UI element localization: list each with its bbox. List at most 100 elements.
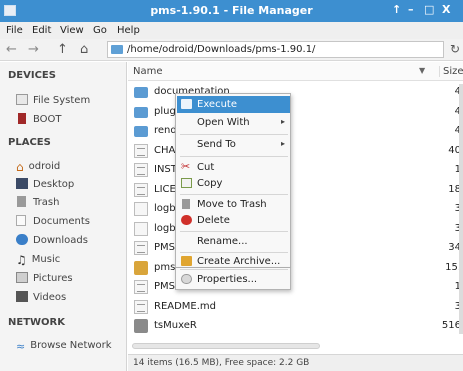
menu-item-label: Copy — [197, 178, 223, 189]
sidebar-item-videos[interactable]: Videos — [16, 291, 66, 303]
video-icon — [16, 291, 28, 302]
toolbar: ← → ↑ ⌂ /home/odroid/Downloads/pms-1.90.… — [0, 39, 463, 61]
vertical-scrollbar[interactable] — [459, 84, 463, 334]
column-size[interactable]: Size — [439, 66, 463, 77]
menu-edit[interactable]: Edit — [32, 25, 51, 36]
menu-item-label: Cut — [197, 162, 215, 173]
horizontal-scrollbar[interactable] — [128, 342, 463, 350]
location-bar[interactable]: /home/odroid/Downloads/pms-1.90.1/ — [107, 41, 444, 58]
removable-drive-icon — [18, 113, 26, 124]
separator — [180, 134, 288, 135]
folder-icon — [181, 99, 192, 109]
context-menu-tail: Properties... — [175, 268, 291, 290]
places-header: PLACES — [8, 137, 51, 148]
menu-item-properties[interactable]: Properties... — [177, 271, 290, 288]
menu-go[interactable]: Go — [93, 25, 107, 36]
sidebar-item-pictures[interactable]: Pictures — [16, 272, 73, 284]
network-header: NETWORK — [8, 317, 66, 328]
html-file-icon — [134, 202, 148, 216]
menu-item-send-to[interactable]: Send To ▸ — [177, 136, 290, 153]
scroll-thumb[interactable] — [132, 343, 320, 349]
executable-icon — [134, 319, 148, 333]
reload-icon[interactable]: ↻ — [450, 42, 460, 56]
sidebar-item-music[interactable]: ♫ Music — [16, 253, 60, 267]
home-icon[interactable]: ⌂ — [80, 42, 88, 57]
menu-view[interactable]: View — [60, 25, 84, 36]
menu-item-label: Delete — [197, 215, 230, 226]
maximize-button[interactable]: □ — [424, 3, 434, 16]
menu-file[interactable]: File — [6, 25, 23, 36]
folder-icon — [134, 126, 148, 137]
menu-item-delete[interactable]: Delete — [177, 212, 290, 229]
home-icon: ⌂ — [16, 160, 24, 174]
submenu-arrow-icon: ▸ — [280, 117, 285, 126]
location-path: /home/odroid/Downloads/pms-1.90.1/ — [127, 44, 316, 55]
menu-item-label: Send To — [197, 139, 236, 150]
list-header: Name ▼ Size — [128, 62, 463, 81]
sidebar-item-desktop[interactable]: Desktop — [16, 178, 74, 190]
text-file-icon — [134, 163, 148, 177]
text-file-icon — [134, 182, 148, 197]
download-icon — [16, 234, 28, 245]
column-name[interactable]: Name — [133, 66, 163, 77]
title-bar[interactable]: pms-1.90.1 - File Manager ↑ – □ X — [0, 0, 463, 22]
keep-above-icon[interactable]: ↑ — [392, 3, 401, 16]
file-row[interactable]: tsMuxeR 516 — [128, 317, 463, 335]
copy-icon — [181, 178, 192, 188]
menu-bar: File Edit View Go Help — [0, 22, 463, 39]
menu-item-label: Open With — [197, 117, 250, 128]
menu-item-label: Execute — [197, 99, 237, 110]
sidebar-item-browse-network[interactable]: ≈ Browse Network — [16, 340, 112, 353]
up-arrow-icon[interactable]: ↑ — [57, 42, 68, 57]
sidebar-item-downloads[interactable]: Downloads — [16, 234, 88, 246]
status-bar: 14 items (16.5 MB), Free space: 2.2 GB — [128, 354, 463, 371]
delete-icon — [181, 215, 192, 225]
menu-item-label: Rename... — [197, 236, 248, 247]
menu-item-rename[interactable]: Rename... — [177, 233, 290, 250]
jar-file-icon — [134, 260, 148, 275]
menu-item-copy[interactable]: Copy — [177, 175, 290, 192]
file-row[interactable]: README.md 3 — [128, 298, 463, 316]
separator — [180, 269, 288, 270]
separator — [180, 194, 288, 195]
music-note-icon: ♫ — [16, 253, 27, 267]
submenu-arrow-icon: ▸ — [280, 139, 285, 148]
forward-arrow-icon[interactable]: → — [28, 42, 39, 57]
drive-icon — [16, 94, 28, 105]
file-name: tsMuxeR — [154, 320, 197, 331]
separator — [180, 156, 288, 157]
menu-help[interactable]: Help — [117, 25, 140, 36]
picture-icon — [16, 272, 28, 283]
menu-item-cut[interactable]: ✂ Cut — [177, 159, 290, 176]
devices-header: DEVICES — [8, 70, 56, 81]
menu-item-open-with[interactable]: Open With ▸ — [177, 114, 290, 131]
folder-icon — [134, 87, 148, 98]
sidebar-item-trash[interactable]: Trash — [16, 196, 59, 208]
sidebar-item-odroid[interactable]: ⌂ odroid — [16, 160, 60, 174]
trash-icon — [182, 199, 190, 209]
close-button[interactable]: X — [442, 3, 450, 16]
document-icon — [16, 215, 26, 226]
menu-item-label: Create Archive... — [197, 256, 281, 267]
wifi-icon: ≈ — [16, 340, 26, 353]
folder-icon — [134, 106, 148, 118]
html-file-icon — [134, 221, 148, 236]
back-arrow-icon[interactable]: ← — [6, 42, 17, 57]
minimize-button[interactable]: – — [408, 3, 414, 16]
menu-item-move-to-trash[interactable]: Move to Trash — [177, 196, 290, 213]
file-name: README.md — [154, 300, 217, 312]
sidebar-item-boot[interactable]: BOOT — [16, 113, 62, 125]
context-menu: Execute Open With ▸ Send To ▸ ✂ Cut Copy… — [175, 93, 291, 268]
folder-icon — [111, 45, 123, 54]
desktop-icon — [16, 178, 28, 189]
trash-icon — [17, 196, 26, 207]
archive-icon — [181, 256, 192, 266]
separator — [180, 231, 288, 232]
sidebar-item-documents[interactable]: Documents — [16, 215, 90, 227]
sidebar-item-file-system[interactable]: File System — [16, 94, 90, 106]
menu-item-execute[interactable]: Execute — [177, 96, 290, 113]
text-file-icon — [134, 280, 148, 294]
scissors-icon: ✂ — [181, 160, 191, 173]
text-file-icon — [134, 299, 148, 314]
properties-icon — [181, 274, 192, 284]
